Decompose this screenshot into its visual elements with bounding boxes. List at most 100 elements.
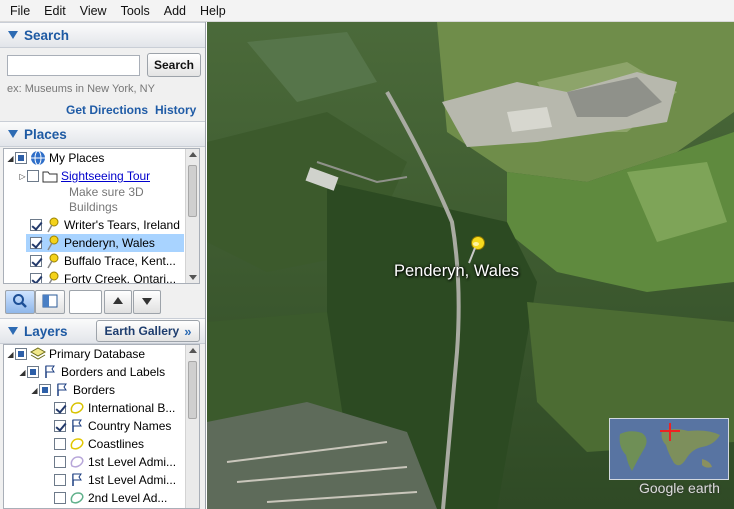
list-item-label[interactable]: Sightseeing Tour bbox=[61, 169, 150, 183]
list-item[interactable]: 1st Level Admi... bbox=[54, 453, 186, 471]
checkbox[interactable] bbox=[15, 152, 27, 164]
list-item[interactable]: 1st Level Admi... bbox=[54, 471, 186, 489]
list-item-label: Writer's Tears, Ireland bbox=[64, 218, 180, 232]
list-item-selected[interactable]: Penderyn, Wales bbox=[26, 234, 184, 252]
checkbox[interactable] bbox=[54, 438, 66, 450]
flag-icon bbox=[69, 418, 85, 434]
arrow-down-icon bbox=[141, 295, 153, 309]
list-item-label: Country Names bbox=[88, 419, 172, 433]
map-view[interactable]: Penderyn, Wales Google earth bbox=[207, 22, 734, 509]
flag-icon bbox=[54, 382, 70, 398]
search-button[interactable]: Search bbox=[147, 53, 201, 77]
checkbox[interactable] bbox=[27, 170, 39, 182]
menu-help[interactable]: Help bbox=[193, 0, 233, 22]
scroll-up-icon[interactable] bbox=[189, 152, 197, 157]
checkbox[interactable] bbox=[54, 474, 66, 486]
list-item-label: Buffalo Trace, Kent... bbox=[64, 254, 176, 268]
border-icon bbox=[69, 490, 85, 506]
earth-gallery-label: Earth Gallery bbox=[104, 324, 180, 338]
menu-view[interactable]: View bbox=[73, 0, 114, 22]
list-item[interactable]: Buffalo Trace, Kent... bbox=[30, 252, 184, 270]
folder-icon bbox=[42, 168, 58, 184]
list-item-label: Forty Creek, Ontari... bbox=[64, 272, 177, 284]
get-directions-link[interactable]: Get Directions bbox=[66, 103, 148, 117]
list-item[interactable]: Forty Creek, Ontari... bbox=[30, 270, 184, 284]
placemark-label[interactable]: Penderyn, Wales bbox=[394, 262, 519, 281]
pushpin-icon bbox=[45, 235, 61, 251]
list-item[interactable]: ◢ My Places bbox=[6, 149, 186, 167]
checkbox[interactable] bbox=[54, 492, 66, 504]
list-item[interactable]: Writer's Tears, Ireland bbox=[30, 216, 186, 234]
side-panel: Search Search ex: Museums in New York, N… bbox=[0, 22, 206, 509]
toggle-panel-button[interactable] bbox=[35, 290, 65, 314]
search-section-header[interactable]: Search bbox=[0, 22, 205, 48]
list-item-label: Penderyn, Wales bbox=[64, 236, 155, 250]
layers-scrollbar[interactable] bbox=[185, 345, 199, 508]
border-icon bbox=[69, 454, 85, 470]
scroll-thumb[interactable] bbox=[188, 361, 197, 419]
list-item-label: My Places bbox=[49, 151, 105, 165]
expand-arrow-icon[interactable]: ◢ bbox=[30, 386, 39, 395]
globe-icon bbox=[30, 150, 46, 166]
border-icon bbox=[69, 436, 85, 452]
checkbox[interactable] bbox=[54, 402, 66, 414]
checkbox[interactable] bbox=[54, 456, 66, 468]
list-item-label: International B... bbox=[88, 401, 176, 415]
checkbox[interactable] bbox=[30, 219, 42, 231]
list-item[interactable]: Country Names bbox=[54, 417, 186, 435]
panel-toggle-icon bbox=[42, 294, 58, 311]
collapse-triangle-icon[interactable] bbox=[8, 31, 18, 39]
move-down-button[interactable] bbox=[133, 290, 161, 314]
scroll-thumb[interactable] bbox=[188, 165, 197, 217]
collapse-triangle-icon[interactable] bbox=[8, 130, 18, 138]
checkbox[interactable] bbox=[30, 255, 42, 267]
brand-watermark: Google earth bbox=[639, 480, 720, 496]
list-item-label: Primary Database bbox=[49, 347, 146, 361]
expand-arrow-icon[interactable]: ◢ bbox=[6, 154, 15, 163]
places-scrollbar[interactable] bbox=[185, 149, 199, 283]
places-filter-input[interactable] bbox=[69, 290, 102, 314]
expand-arrow-icon[interactable]: ◢ bbox=[18, 368, 27, 377]
list-item-description: Buildings bbox=[69, 200, 118, 214]
flag-icon bbox=[42, 364, 58, 380]
history-link[interactable]: History bbox=[155, 103, 196, 117]
menu-edit[interactable]: Edit bbox=[37, 0, 73, 22]
checkbox[interactable] bbox=[39, 384, 51, 396]
expand-arrow-icon[interactable]: ▷ bbox=[18, 172, 27, 181]
list-item-label: Borders and Labels bbox=[61, 365, 166, 379]
collapse-triangle-icon[interactable] bbox=[8, 327, 18, 335]
border-icon bbox=[69, 400, 85, 416]
list-item[interactable]: ◢ Primary Database bbox=[6, 345, 186, 363]
earth-gallery-button[interactable]: Earth Gallery » bbox=[96, 320, 200, 342]
menu-add[interactable]: Add bbox=[157, 0, 193, 22]
places-tree: ◢ My Places ▷ Sightseeing Tour Make sure… bbox=[3, 148, 200, 284]
places-toolbar bbox=[0, 286, 205, 318]
checkbox[interactable] bbox=[30, 273, 42, 283]
list-item[interactable]: ◢ Borders and Labels bbox=[18, 363, 186, 381]
scroll-down-icon[interactable] bbox=[189, 275, 197, 280]
menu-tools[interactable]: Tools bbox=[114, 0, 157, 22]
list-item[interactable]: ◢ Borders bbox=[30, 381, 186, 399]
checkbox[interactable] bbox=[54, 420, 66, 432]
search-input[interactable] bbox=[7, 55, 140, 76]
checkbox[interactable] bbox=[15, 348, 27, 360]
expand-arrow-icon[interactable]: ◢ bbox=[6, 350, 15, 359]
list-item-label: 2nd Level Ad... bbox=[88, 491, 168, 505]
list-item[interactable]: International B... bbox=[54, 399, 186, 417]
search-section-title: Search bbox=[24, 27, 70, 43]
flag-icon bbox=[69, 472, 85, 488]
checkbox[interactable] bbox=[30, 237, 42, 249]
checkbox[interactable] bbox=[27, 366, 39, 378]
move-up-button[interactable] bbox=[104, 290, 132, 314]
pushpin-icon bbox=[45, 253, 61, 269]
layers-tree: ◢ Primary Database ◢ Borders and Labels … bbox=[3, 344, 200, 509]
overview-map[interactable] bbox=[609, 418, 729, 480]
list-item[interactable]: 2nd Level Ad... bbox=[54, 489, 186, 507]
double-chevron-icon: » bbox=[184, 323, 192, 339]
places-section-header[interactable]: Places bbox=[0, 121, 205, 147]
list-item[interactable]: Coastlines bbox=[54, 435, 186, 453]
arrow-up-icon bbox=[112, 295, 124, 309]
menu-file[interactable]: File bbox=[3, 0, 37, 22]
search-places-button[interactable] bbox=[5, 290, 35, 314]
scroll-up-icon[interactable] bbox=[189, 348, 197, 353]
